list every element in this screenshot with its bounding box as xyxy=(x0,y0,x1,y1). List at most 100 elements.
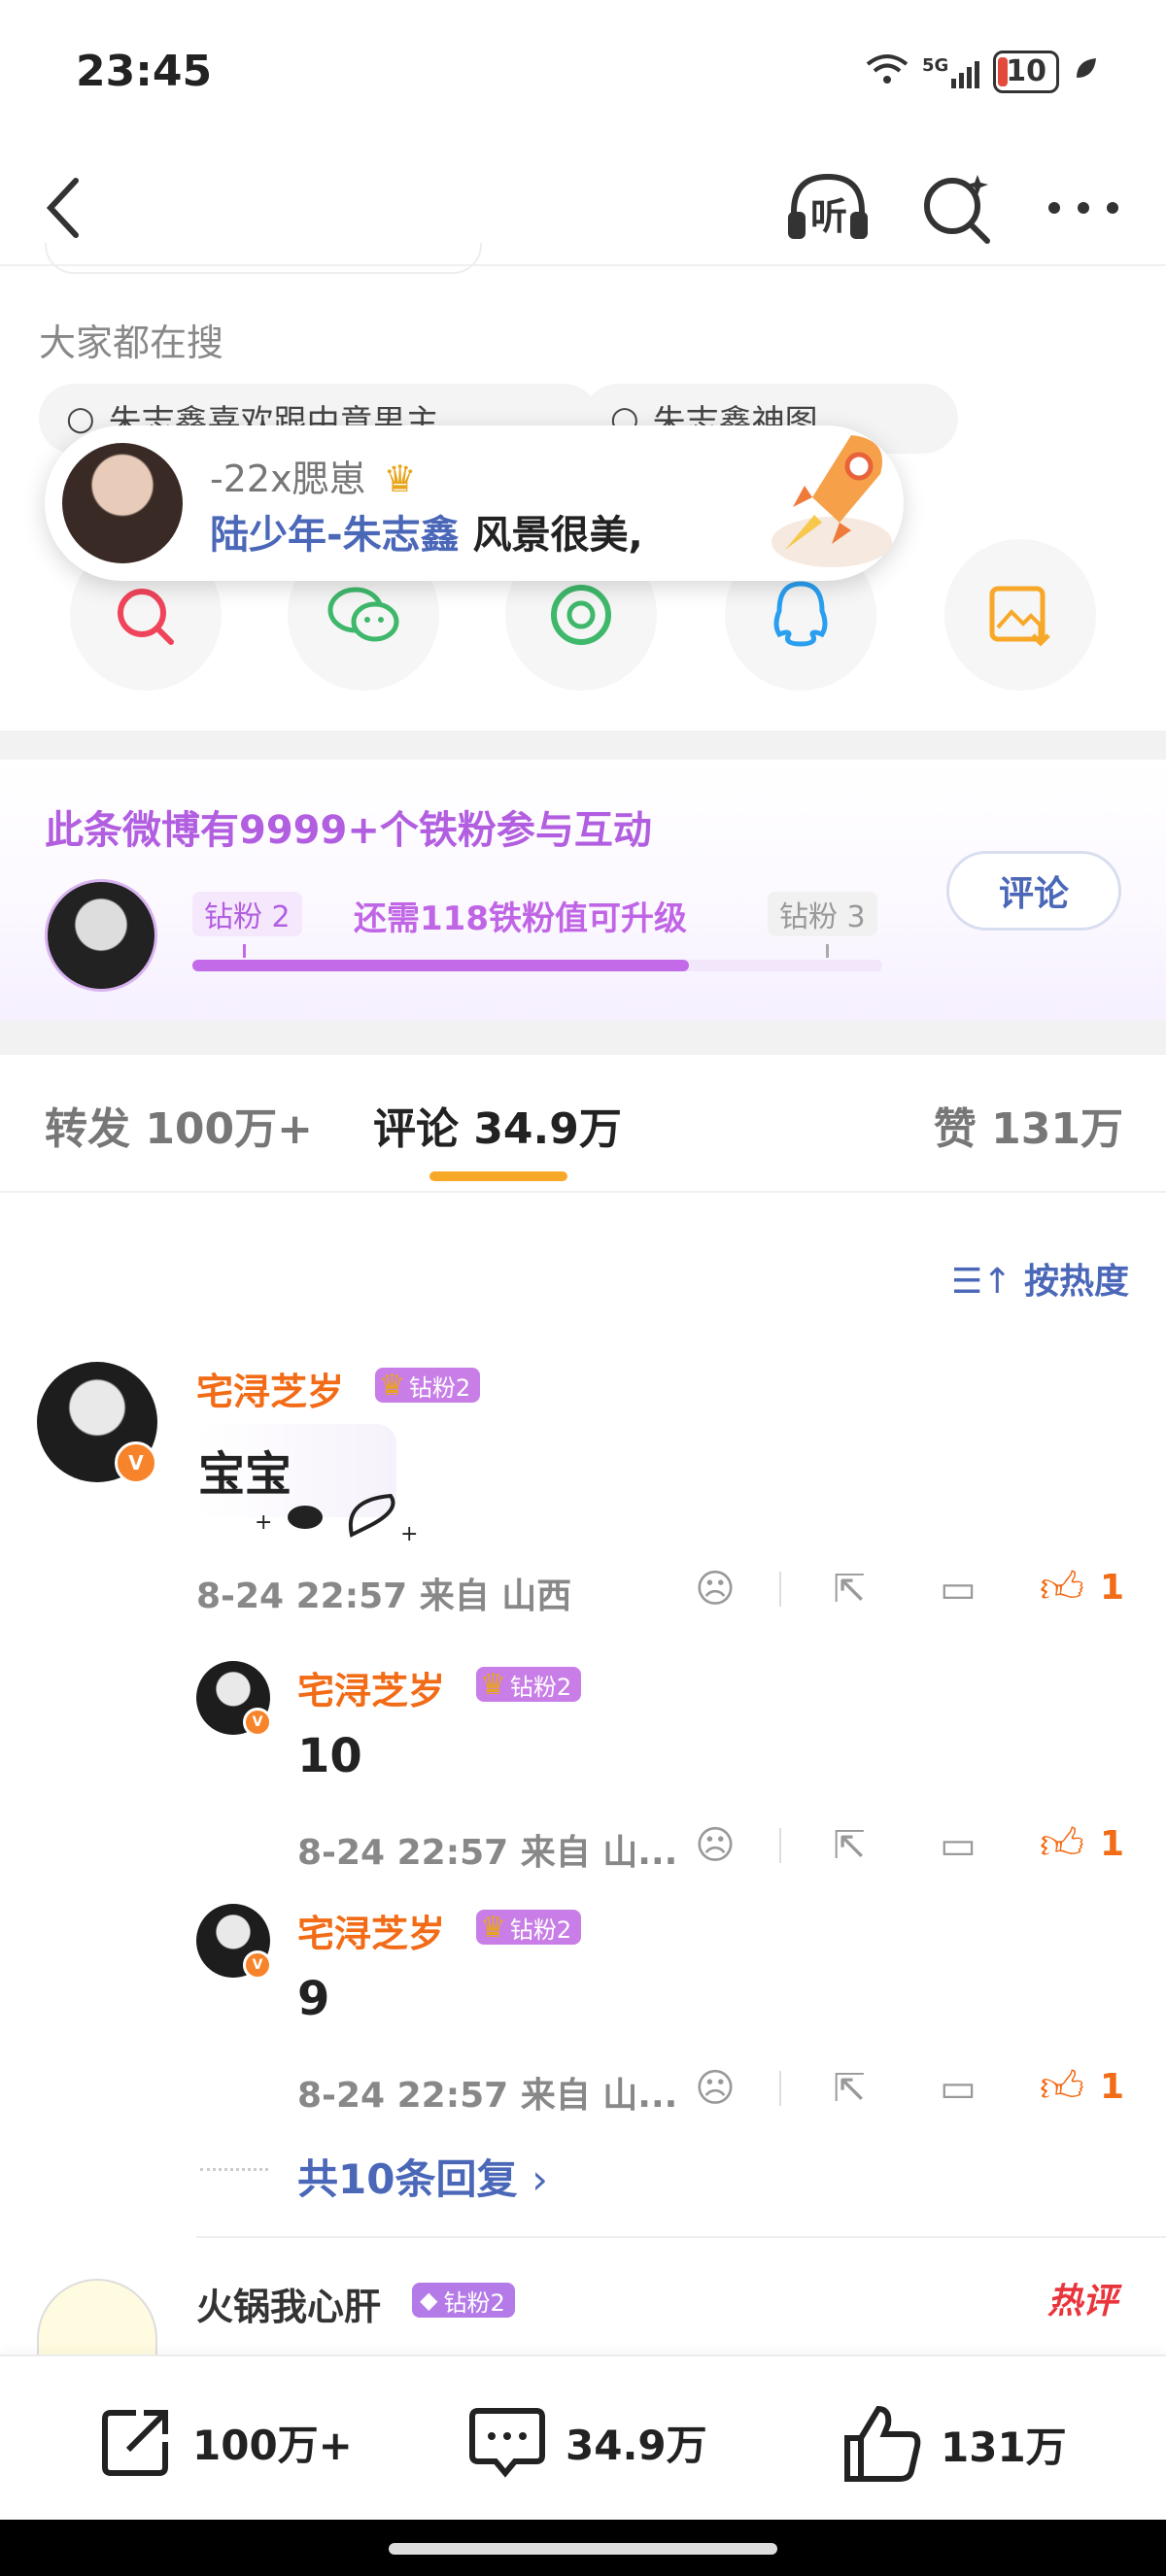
wechat-icon xyxy=(327,587,399,642)
sort-by-hot-button[interactable]: ☰↑ 按热度 xyxy=(951,1253,1129,1304)
home-indicator[interactable] xyxy=(389,2543,777,2555)
comment-icon: ▭ xyxy=(940,1823,977,1868)
interaction-tabs: 转发 100万+ 评论 34.9万 赞 131万 xyxy=(0,1055,1166,1193)
toast-message-rest: 风景很美, xyxy=(459,513,643,558)
avatar xyxy=(62,443,183,563)
rocket-icon xyxy=(772,435,892,567)
dotted-divider xyxy=(200,2168,268,2171)
like-post-button[interactable]: 131万 xyxy=(841,2403,1067,2485)
hot-comment-badge: 热评 xyxy=(1046,2282,1117,2322)
section-divider xyxy=(0,730,1166,762)
divider xyxy=(779,1572,781,1607)
svg-text:+: + xyxy=(400,1522,418,1544)
listen-label: 听 xyxy=(810,195,848,238)
toast-message: 陆少年-朱志鑫 风景很美, xyxy=(210,503,643,559)
status-time: 23:45 xyxy=(76,47,213,96)
reply-button[interactable]: ▭ xyxy=(931,2061,985,2116)
repost-comment-button[interactable]: ⇱ xyxy=(822,1562,876,1616)
fan-badge-label: 钻粉2 xyxy=(443,2288,505,2317)
fan-badge: ♛ 钻粉2 xyxy=(476,1667,582,1702)
more-replies-link[interactable]: 共10条回复 › xyxy=(297,2147,548,2206)
toast-message-highlight: 陆少年-朱志鑫 xyxy=(210,513,460,558)
comment-count: 34.9万 xyxy=(566,2421,707,2469)
listen-button[interactable]: 听 xyxy=(783,163,873,253)
share-icon: ⇱ xyxy=(833,2066,866,2111)
reply-text: 9 xyxy=(297,1972,330,2026)
network-type: 5G xyxy=(921,55,949,76)
like-count: 1 xyxy=(1099,1568,1125,1608)
leaf-icon xyxy=(1073,56,1098,88)
comment-icon: ▭ xyxy=(940,1567,977,1611)
like-button[interactable]: 👍︎ 1 xyxy=(1040,1562,1124,1613)
more-button[interactable] xyxy=(1040,163,1127,253)
like-count: 131万 xyxy=(941,2423,1067,2471)
sad-face-icon: ☹ xyxy=(695,1567,736,1611)
comment-button[interactable]: 34.9万 xyxy=(466,2403,707,2481)
thumbs-up-icon: 👍︎ xyxy=(1040,1819,1084,1869)
like-button[interactable]: 👍︎ 1 xyxy=(1040,2061,1124,2113)
repost-count: 100万+ xyxy=(192,2421,353,2469)
crown-icon: ♛ xyxy=(480,1910,506,1945)
battery-icon: 10 xyxy=(993,51,1059,93)
fans-title: 此条微博有9999+个铁粉参与互动 xyxy=(45,808,652,853)
repost-comment-button[interactable]: ⇱ xyxy=(822,1818,876,1873)
like-count: 1 xyxy=(1099,1824,1125,1864)
fans-comment-button[interactable]: 评论 xyxy=(946,851,1121,931)
progress-marker xyxy=(243,944,246,958)
reply-username[interactable]: 宅浔芝岁 xyxy=(297,1904,445,1957)
repost-comment-button[interactable]: ⇱ xyxy=(822,2061,876,2116)
tab-repost[interactable]: 转发 100万+ xyxy=(45,1094,313,1156)
dislike-button[interactable]: ☹ xyxy=(688,2061,742,2116)
active-tab-indicator xyxy=(429,1171,567,1181)
reply-button[interactable]: ▭ xyxy=(931,1818,985,1873)
signal-icon: 5G xyxy=(921,55,980,88)
search-button[interactable] xyxy=(915,163,997,253)
dislike-button[interactable]: ☹ xyxy=(688,1562,742,1616)
more-replies-label: 共10条回复 xyxy=(297,2155,518,2203)
reply-meta: 8-24 22:57 来自 山... xyxy=(297,1833,678,1873)
tab-likes[interactable]: 赞 131万 xyxy=(934,1094,1123,1156)
wifi-icon xyxy=(866,52,909,92)
image-download-icon xyxy=(989,586,1050,647)
dislike-button[interactable]: ☹ xyxy=(688,1818,742,1873)
comment-username[interactable]: 宅浔芝岁 xyxy=(196,1362,344,1415)
thumbs-up-icon xyxy=(844,2405,921,2482)
fan-progress-fill xyxy=(192,960,689,971)
more-dots-icon xyxy=(1048,202,1118,214)
fan-badge-label: 钻粉2 xyxy=(509,1915,572,1944)
section-title-trending: 大家都在搜 xyxy=(39,322,224,364)
moments-icon xyxy=(551,585,611,645)
save-image-button[interactable] xyxy=(944,539,1096,691)
like-button[interactable]: 👍︎ 1 xyxy=(1040,1818,1124,1870)
toast-username: -22x腮崽 ♛ xyxy=(210,449,417,502)
chevron-left-icon xyxy=(46,178,79,238)
reply-username[interactable]: 宅浔芝岁 xyxy=(297,1661,445,1714)
upgrade-hint: 还需118铁粉值可升级 xyxy=(354,899,687,938)
thumbs-up-icon: 👍︎ xyxy=(1040,2062,1084,2112)
fan-badge-label: 钻粉2 xyxy=(408,1373,471,1402)
fan-rocket-toast[interactable]: -22x腮崽 ♛ 陆少年-朱志鑫 风景很美, xyxy=(45,425,904,581)
share-icon xyxy=(102,2410,168,2476)
share-icon: ⇱ xyxy=(833,1823,866,1868)
fan-badge: ♛ 钻粉2 xyxy=(476,1910,582,1945)
fan-badge-label: 钻粉2 xyxy=(509,1673,572,1701)
search-icon xyxy=(924,175,990,244)
status-bar: 23:45 5G 10 xyxy=(0,0,1166,146)
back-button[interactable] xyxy=(33,159,91,256)
sort-label: 按热度 xyxy=(1023,1262,1129,1302)
comment-icon xyxy=(469,2408,545,2478)
crown-icon: ♛ xyxy=(379,1368,405,1403)
sort-icon: ☰↑ xyxy=(951,1262,1012,1302)
tab-comments[interactable]: 评论 34.9万 xyxy=(373,1094,622,1156)
verified-badge-icon: V xyxy=(115,1441,157,1484)
repost-button[interactable]: 100万+ xyxy=(97,2403,353,2481)
comment-username[interactable]: 火锅我心肝 xyxy=(196,2277,381,2330)
chevron-right-icon: › xyxy=(532,2155,548,2203)
sad-face-icon: ☹ xyxy=(695,2066,736,2111)
current-fan-level: 钻粉 2 xyxy=(192,892,302,936)
reply-button[interactable]: ▭ xyxy=(931,1562,985,1616)
fan-badge: ♛ 钻粉2 xyxy=(375,1368,481,1403)
comment-meta: 8-24 22:57 来自 山西 xyxy=(196,1576,572,1616)
toast-username-text: -22x腮崽 xyxy=(210,458,366,500)
verified-badge-icon: V xyxy=(243,1950,272,1980)
